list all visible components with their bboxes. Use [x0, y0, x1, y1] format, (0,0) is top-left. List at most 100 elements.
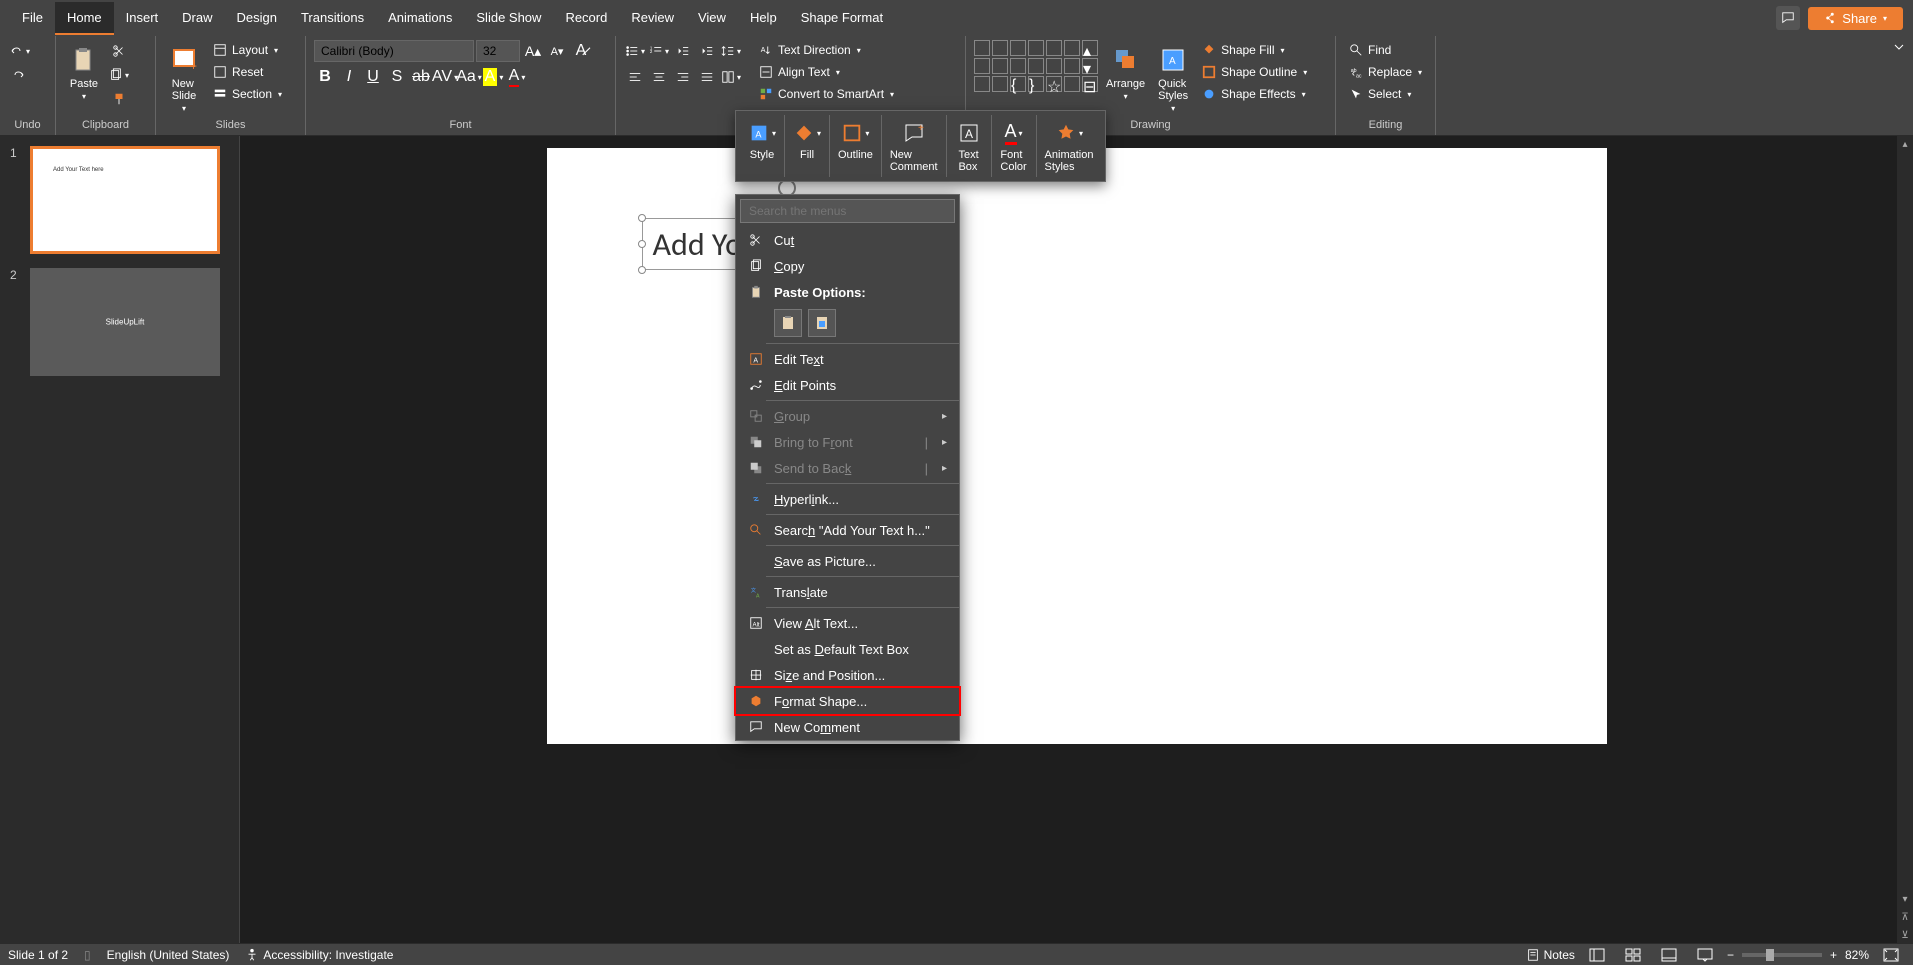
shape-expand[interactable]: ⊟	[1082, 76, 1098, 92]
zoom-in-button[interactable]: +	[1830, 948, 1837, 962]
font-name-input[interactable]	[314, 40, 474, 62]
ctx-view-alt-text[interactable]: Alt View Alt Text...	[736, 610, 959, 636]
zoom-slider[interactable]	[1742, 953, 1822, 957]
search-menus-input[interactable]	[740, 199, 955, 223]
reset-button[interactable]: Reset	[208, 62, 286, 82]
share-button[interactable]: Share ▾	[1808, 7, 1903, 30]
underline-button[interactable]: U	[362, 66, 384, 88]
shape-curve[interactable]	[974, 76, 990, 92]
ctx-size-position[interactable]: Size and Position...	[736, 662, 959, 688]
new-slide-button[interactable]: + New Slide ▾	[164, 40, 204, 117]
shape-fill-button[interactable]: Shape Fill	[1197, 40, 1311, 60]
tab-draw[interactable]: Draw	[170, 2, 224, 35]
prev-slide-button[interactable]: ⊼	[1897, 909, 1913, 925]
arrange-button[interactable]: Arrange ▾	[1102, 40, 1149, 105]
italic-button[interactable]: I	[338, 66, 360, 88]
slide-panel[interactable]: 1 Add Your Text here 2 SlideUpLift	[0, 136, 240, 945]
resize-handle-ml[interactable]	[638, 240, 646, 248]
find-button[interactable]: Find	[1344, 40, 1426, 60]
mini-fill-button[interactable]: Fill	[785, 115, 830, 177]
shape-outline-button[interactable]: Shape Outline	[1197, 62, 1311, 82]
select-button[interactable]: Select	[1344, 84, 1426, 104]
convert-smartart-button[interactable]: Convert to SmartArt	[754, 84, 898, 104]
comments-button[interactable]	[1776, 6, 1800, 30]
ribbon-collapse-button[interactable]	[1893, 40, 1905, 58]
normal-view-button[interactable]	[1583, 946, 1611, 964]
scroll-up-button[interactable]: ▴	[1897, 136, 1913, 152]
align-center-button[interactable]	[648, 66, 670, 88]
slide-canvas[interactable]: Add Your Text here	[547, 148, 1607, 744]
ctx-edit-points[interactable]: Edit Points	[736, 372, 959, 398]
mini-animation-styles-button[interactable]: Animation Styles	[1037, 115, 1102, 177]
ctx-translate[interactable]: 文A Translate	[736, 579, 959, 605]
shape-star[interactable]: ☆	[1046, 76, 1062, 92]
quick-styles-button[interactable]: A Quick Styles ▾	[1153, 40, 1193, 117]
tab-slide-show[interactable]: Slide Show	[464, 2, 553, 35]
slide-thumbnail-2[interactable]: SlideUpLift	[30, 268, 220, 376]
paste-picture[interactable]	[808, 309, 836, 337]
layout-button[interactable]: Layout	[208, 40, 286, 60]
mini-outline-button[interactable]: Outline	[830, 115, 882, 177]
copy-button[interactable]	[108, 64, 130, 86]
ctx-copy[interactable]: Copy	[736, 253, 959, 279]
shapes-gallery[interactable]: ▴ ▾ { } ☆ ⊟	[974, 40, 1098, 92]
undo-button[interactable]	[8, 40, 30, 62]
tab-file[interactable]: File	[10, 2, 55, 35]
shape-hexagon[interactable]	[1046, 58, 1062, 74]
tab-animations[interactable]: Animations	[376, 2, 464, 35]
redo-button[interactable]	[8, 64, 30, 86]
shape-connector[interactable]	[1010, 58, 1026, 74]
notes-button[interactable]: Notes	[1526, 948, 1575, 962]
text-direction-button[interactable]: AText Direction	[754, 40, 898, 60]
tab-record[interactable]: Record	[553, 2, 619, 35]
shape-more-up[interactable]: ▴	[1082, 40, 1098, 56]
ctx-hyperlink[interactable]: Hyperlink...	[736, 486, 959, 512]
shape-oval[interactable]	[1046, 40, 1062, 56]
align-left-button[interactable]	[624, 66, 646, 88]
change-case-button[interactable]: Aa	[458, 66, 480, 88]
tab-transitions[interactable]: Transitions	[289, 2, 376, 35]
line-spacing-button[interactable]	[720, 40, 742, 62]
increase-indent-button[interactable]	[696, 40, 718, 62]
align-text-button[interactable]: Align Text	[754, 62, 898, 82]
mini-text-box-button[interactable]: A Text Box	[947, 115, 992, 177]
decrease-font-button[interactable]: A▾	[546, 40, 568, 62]
vertical-scrollbar[interactable]: ▴ ▾ ⊼ ⊻	[1897, 136, 1913, 943]
shape-brace-left[interactable]: {	[1010, 76, 1026, 92]
slide-canvas-wrap[interactable]: Add Your Text here	[240, 136, 1913, 945]
paste-use-destination-theme[interactable]	[774, 309, 802, 337]
ctx-set-default-text-box[interactable]: Set as Default Text Box	[736, 636, 959, 662]
increase-font-button[interactable]: A▴	[522, 40, 544, 62]
tab-review[interactable]: Review	[619, 2, 686, 35]
align-right-button[interactable]	[672, 66, 694, 88]
zoom-level[interactable]: 82%	[1845, 948, 1869, 962]
zoom-out-button[interactable]: −	[1727, 948, 1734, 962]
shape-freeform[interactable]	[992, 76, 1008, 92]
slide-thumbnail-1[interactable]: Add Your Text here	[30, 146, 220, 254]
justify-button[interactable]	[696, 66, 718, 88]
tab-view[interactable]: View	[686, 2, 738, 35]
accessibility-button[interactable]: Accessibility: Investigate	[245, 948, 393, 962]
reading-view-button[interactable]	[1655, 946, 1683, 964]
shape-rounded-rect[interactable]	[1064, 40, 1080, 56]
slide-indicator[interactable]: Slide 1 of 2	[8, 948, 68, 962]
mini-style-button[interactable]: A Style	[740, 115, 785, 177]
scroll-down-button[interactable]: ▾	[1897, 891, 1913, 907]
slideshow-view-button[interactable]	[1691, 946, 1719, 964]
shape-callout[interactable]	[1064, 76, 1080, 92]
ctx-save-as-picture[interactable]: Save as Picture...	[736, 548, 959, 574]
bullets-button[interactable]	[624, 40, 646, 62]
resize-handle-bl[interactable]	[638, 266, 646, 274]
numbering-button[interactable]: 12	[648, 40, 670, 62]
shape-line-arrow[interactable]	[1010, 40, 1026, 56]
font-color-button[interactable]: A	[506, 66, 528, 88]
highlight-button[interactable]: A	[482, 66, 504, 88]
shape-text-box[interactable]	[974, 40, 990, 56]
strikethrough-button[interactable]: ab	[410, 66, 432, 88]
shape-double-arrow[interactable]	[1028, 58, 1044, 74]
mini-font-color-button[interactable]: A Font Color	[992, 115, 1037, 177]
section-button[interactable]: Section	[208, 84, 286, 104]
ctx-cut[interactable]: Cut	[736, 227, 959, 253]
ctx-edit-text[interactable]: A Edit Text	[736, 346, 959, 372]
shadow-button[interactable]: S	[386, 66, 408, 88]
